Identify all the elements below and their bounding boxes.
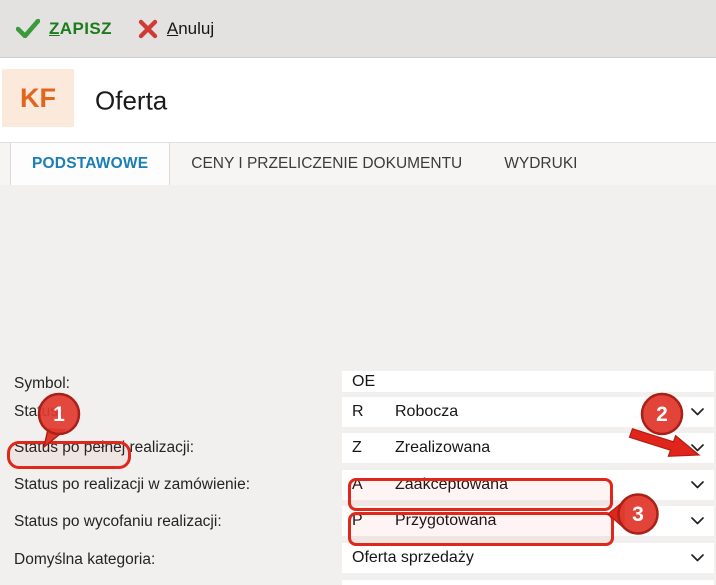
symbol-field[interactable]: OE bbox=[342, 371, 714, 392]
label-status-wycofanie: Status po wycofaniu realizacji: bbox=[14, 513, 222, 530]
chevron-down-icon bbox=[691, 554, 704, 562]
status-zamowienie-select[interactable]: A Zaakceptowana bbox=[342, 470, 714, 500]
label-domyslna-kategoria: Domyślna kategoria: bbox=[14, 551, 156, 568]
tab-podstawowe[interactable]: PODSTAWOWE bbox=[10, 143, 171, 185]
status-wycofanie-select[interactable]: P Przygotowana bbox=[342, 506, 714, 536]
save-button-label: ZAPISZ bbox=[49, 18, 112, 38]
label-symbol: Symbol: bbox=[14, 375, 70, 392]
toolbar: ZAPISZ Anuluj bbox=[0, 0, 716, 58]
x-icon bbox=[138, 19, 158, 38]
cancel-button-label: Anuluj bbox=[166, 18, 215, 38]
chevron-down-icon bbox=[691, 444, 704, 452]
window-header: KF Oferta bbox=[0, 59, 716, 143]
label-status-zamowienie: Status po realizacji w zamówienie: bbox=[14, 476, 251, 493]
tab-bar: PODSTAWOWE CENY I PRZELICZENIE DOKUMENTU… bbox=[0, 143, 716, 185]
page-title: Oferta bbox=[95, 85, 168, 115]
chevron-down-icon bbox=[691, 408, 704, 416]
domyslna-kategoria-select[interactable]: Oferta sprzedaży bbox=[342, 543, 714, 573]
status-select[interactable]: R Robocza bbox=[342, 397, 714, 427]
tab-wydruki[interactable]: WYDRUKI bbox=[483, 143, 598, 185]
offer-definition-window: ZAPISZ Anuluj KF Oferta PODSTAWOWE CENY … bbox=[0, 0, 716, 585]
check-icon bbox=[16, 19, 40, 38]
document-type-badge: KF bbox=[2, 69, 74, 127]
save-button[interactable]: ZAPISZ bbox=[16, 19, 112, 39]
label-status-pelna: Status po pełnej realizacji: bbox=[14, 439, 195, 456]
chevron-down-icon bbox=[691, 481, 704, 489]
typ-zamowienia-select[interactable]: ZKZamówienie od klienta bbox=[342, 580, 714, 585]
label-status: Status: bbox=[14, 403, 63, 420]
cancel-button[interactable]: Anuluj bbox=[138, 19, 214, 39]
tab-ceny-i-przeliczenie[interactable]: CENY I PRZELICZENIE DOKUMENTU bbox=[170, 143, 483, 185]
chevron-down-icon bbox=[691, 517, 704, 525]
status-pelna-select[interactable]: Z Zrealizowana bbox=[342, 433, 714, 463]
form-content: Symbol: Status: Status po pełnej realiza… bbox=[0, 185, 716, 585]
